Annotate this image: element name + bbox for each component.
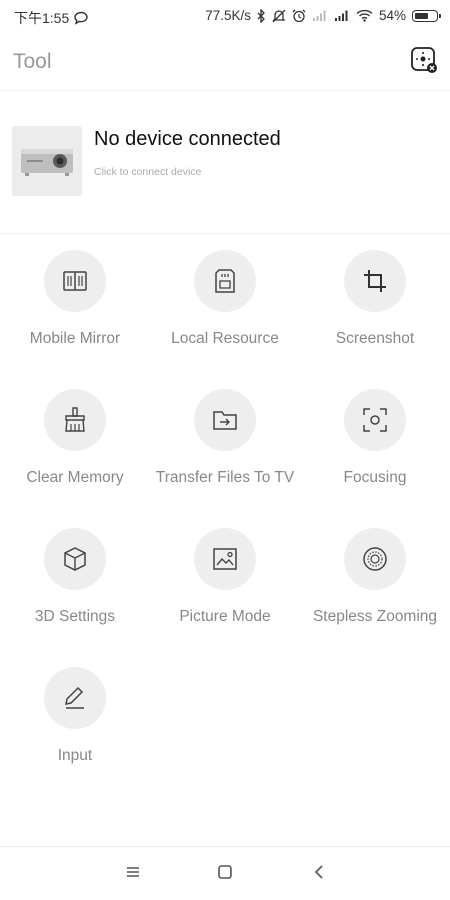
app-screen: 下午1:55 77.5K/s 54% Tool No device connec… xyxy=(0,0,450,900)
tool-label: Focusing xyxy=(343,469,407,486)
tool-label: Stepless Zooming xyxy=(312,608,438,625)
tool-label: Input xyxy=(57,747,93,764)
connect-device-card[interactable]: No device connected Click to connect dev… xyxy=(0,91,450,234)
folder-transfer-icon xyxy=(194,389,256,451)
focus-icon xyxy=(344,389,406,451)
scan-device-icon xyxy=(409,45,439,80)
tool-label: Clear Memory xyxy=(26,469,124,486)
tool-label: 3D Settings xyxy=(34,608,116,625)
battery-percent: 54% xyxy=(378,8,406,23)
wifi-icon xyxy=(356,9,373,22)
tool-focusing[interactable]: Focusing xyxy=(300,373,450,512)
battery-icon xyxy=(412,9,441,22)
cube-icon xyxy=(44,528,106,590)
sd-card-icon xyxy=(194,250,256,312)
broom-icon xyxy=(44,389,106,451)
menu-button[interactable] xyxy=(120,861,146,887)
scan-device-button[interactable] xyxy=(408,46,440,78)
tool-screenshot[interactable]: Screenshot xyxy=(300,234,450,373)
tool-clear-memory[interactable]: Clear Memory xyxy=(0,373,150,512)
header: Tool xyxy=(0,34,450,91)
status-time: 下午1:55 xyxy=(14,10,70,26)
tool-picture-mode[interactable]: Picture Mode xyxy=(150,512,300,651)
device-status-title: No device connected xyxy=(94,128,281,150)
mirror-icon xyxy=(44,250,106,312)
tool-label: Transfer Files To TV xyxy=(155,469,295,486)
sim-signal-icon xyxy=(312,9,328,22)
picture-icon xyxy=(194,528,256,590)
tool-transfer-files[interactable]: Transfer Files To TV xyxy=(150,373,300,512)
page-title: Tool xyxy=(13,50,52,73)
signal-icon xyxy=(334,9,350,22)
tool-label: Screenshot xyxy=(335,330,415,347)
back-icon xyxy=(313,864,325,885)
bluetooth-icon xyxy=(257,8,266,23)
home-button[interactable] xyxy=(212,861,238,887)
tool-label: Local Resource xyxy=(171,330,279,347)
zoom-dial-icon xyxy=(344,528,406,590)
chat-bubble-icon xyxy=(73,11,89,25)
tool-3d-settings[interactable]: 3D Settings xyxy=(0,512,150,651)
menu-icon xyxy=(125,865,141,884)
status-bar: 下午1:55 77.5K/s 54% xyxy=(0,0,450,34)
back-button[interactable] xyxy=(306,861,332,887)
home-icon xyxy=(217,864,233,885)
tool-local-resource[interactable]: Local Resource xyxy=(150,234,300,373)
net-speed: 77.5K/s xyxy=(205,8,251,23)
tool-mobile-mirror[interactable]: Mobile Mirror xyxy=(0,234,150,373)
navigation-bar xyxy=(0,846,450,900)
mute-icon xyxy=(272,9,286,23)
tool-input[interactable]: Input xyxy=(0,651,150,790)
alarm-icon xyxy=(292,9,306,23)
crop-icon xyxy=(344,250,406,312)
pen-icon xyxy=(44,667,106,729)
tool-label: Mobile Mirror xyxy=(29,330,121,347)
tool-stepless-zooming[interactable]: Stepless Zooming xyxy=(300,512,450,651)
tool-label: Picture Mode xyxy=(179,608,271,625)
device-status-subtitle: Click to connect device xyxy=(94,166,202,178)
projector-icon xyxy=(12,126,82,196)
